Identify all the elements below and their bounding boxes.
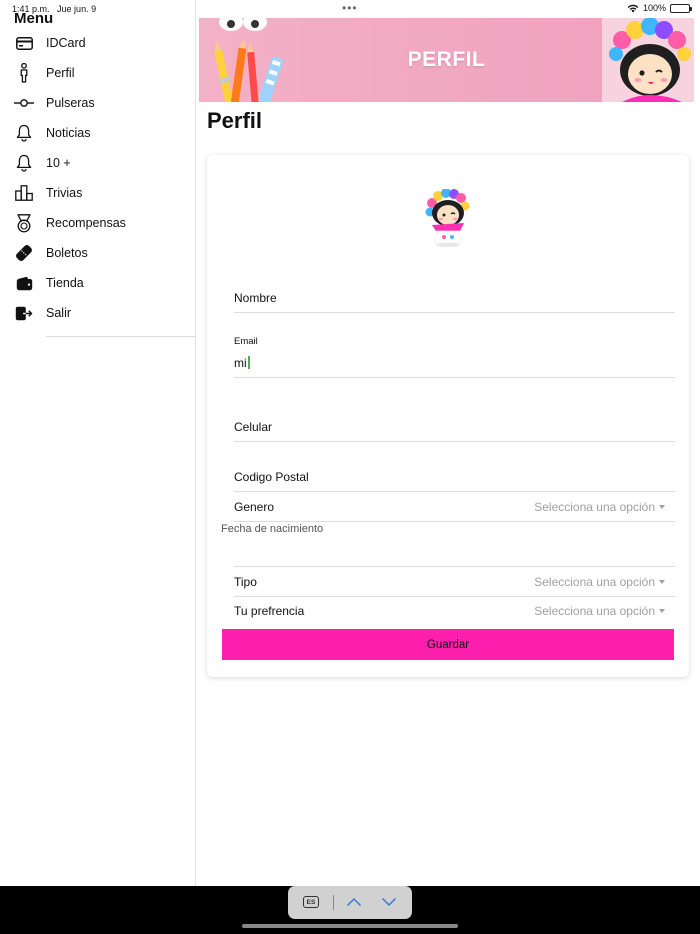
wallet-icon bbox=[14, 273, 34, 293]
menu-item-label: Salir bbox=[46, 306, 72, 320]
preferencia-select[interactable]: Tu prefrencia Selecciona una opción bbox=[234, 597, 675, 627]
menu-item-label: IDCard bbox=[46, 36, 86, 50]
sidebar: Menu IDCard Perfil Pulseras Noticias 10 … bbox=[0, 0, 196, 886]
fecha-nacimiento-field[interactable] bbox=[234, 539, 675, 567]
keyboard-shortcut-pill: ES bbox=[288, 886, 412, 919]
nombre-field[interactable]: Nombre bbox=[234, 283, 675, 313]
genero-label: Genero bbox=[234, 500, 275, 514]
text-cursor bbox=[247, 356, 250, 369]
menu-divider bbox=[46, 336, 196, 337]
home-indicator[interactable] bbox=[242, 924, 458, 928]
menu-item-perfil[interactable]: Perfil bbox=[0, 58, 196, 88]
tipo-select[interactable]: Tipo Selecciona una opción bbox=[234, 567, 675, 597]
codigo-postal-label: Codigo Postal bbox=[234, 470, 309, 484]
menu-item-boletos[interactable]: Boletos bbox=[0, 238, 196, 268]
menu-item-label: Pulseras bbox=[46, 96, 95, 110]
id-card-icon bbox=[14, 33, 34, 53]
bell-icon bbox=[14, 153, 34, 173]
preferencia-label: Tu prefrencia bbox=[234, 604, 305, 618]
email-field[interactable]: Email mi bbox=[234, 331, 675, 378]
page-title: Perfil bbox=[207, 108, 263, 133]
profile-banner: PERFIL bbox=[199, 18, 694, 102]
tipo-value: Selecciona una opción bbox=[534, 575, 665, 589]
menu-item-idcard[interactable]: IDCard bbox=[0, 28, 196, 58]
podium-icon bbox=[14, 183, 34, 203]
wifi-icon bbox=[627, 4, 639, 12]
menu-item-label: Noticias bbox=[46, 126, 91, 140]
menu-item-label: Boletos bbox=[46, 246, 88, 260]
celular-label: Celular bbox=[234, 420, 273, 434]
medal-icon bbox=[14, 213, 34, 233]
menu-item-label: Recompensas bbox=[46, 216, 126, 230]
genero-select[interactable]: Genero Selecciona una opción bbox=[234, 492, 675, 522]
codigo-postal-field[interactable]: Codigo Postal bbox=[234, 461, 675, 492]
menu-item-noticias[interactable]: Noticias bbox=[0, 118, 196, 148]
menu-item-label: Trivias bbox=[46, 186, 83, 200]
status-time: 1:41 p.m. Jue jun. 9 bbox=[12, 4, 97, 14]
menu-item-salir[interactable]: Salir bbox=[0, 298, 196, 328]
doll-illustration bbox=[602, 18, 694, 102]
menu-list: IDCard Perfil Pulseras Noticias 10 + Tri… bbox=[0, 28, 196, 337]
menu-item-pulseras[interactable]: Pulseras bbox=[0, 88, 196, 118]
profile-form-card: Nombre Email mi Celular Codigo Postal Ge… bbox=[207, 155, 689, 677]
email-input[interactable]: mi bbox=[234, 356, 250, 370]
person-icon bbox=[14, 63, 34, 83]
keyboard-accessory-bar: ES bbox=[0, 886, 700, 934]
battery-percent: 100% bbox=[642, 3, 666, 13]
menu-item-10-plus[interactable]: 10 + bbox=[0, 148, 196, 178]
preferencia-value: Selecciona una opción bbox=[534, 604, 665, 618]
chevron-down-icon[interactable] bbox=[381, 895, 397, 909]
main-content: PERFIL Perfil Nombre Email mi Celular Co… bbox=[197, 0, 700, 886]
commit-icon bbox=[14, 93, 34, 113]
chevron-down-icon bbox=[659, 505, 665, 509]
menu-item-label: 10 + bbox=[46, 156, 71, 170]
multitasking-dots[interactable]: ••• bbox=[342, 1, 358, 15]
menu-item-recompensas[interactable]: Recompensas bbox=[0, 208, 196, 238]
menu-item-tienda[interactable]: Tienda bbox=[0, 268, 196, 298]
email-label: Email bbox=[234, 336, 258, 347]
language-key[interactable]: ES bbox=[303, 896, 319, 908]
chevron-down-icon bbox=[659, 580, 665, 584]
status-indicators: 100% bbox=[627, 3, 692, 13]
menu-item-label: Perfil bbox=[46, 66, 75, 80]
celular-field[interactable]: Celular bbox=[234, 411, 675, 442]
avatar[interactable] bbox=[424, 189, 472, 247]
save-button[interactable]: Guardar bbox=[222, 629, 674, 660]
chevron-down-icon bbox=[659, 609, 665, 613]
exit-icon bbox=[14, 303, 34, 323]
genero-value: Selecciona una opción bbox=[534, 500, 665, 514]
chevron-up-icon[interactable] bbox=[346, 895, 362, 909]
battery-icon bbox=[670, 3, 692, 13]
menu-item-label: Tienda bbox=[46, 276, 84, 290]
menu-item-trivias[interactable]: Trivias bbox=[0, 178, 196, 208]
ticket-icon bbox=[14, 243, 34, 263]
tipo-label: Tipo bbox=[234, 575, 257, 589]
bell-icon bbox=[14, 123, 34, 143]
nombre-label: Nombre bbox=[234, 291, 277, 305]
fecha-nacimiento-label: Fecha de nacimiento bbox=[221, 523, 324, 535]
separator bbox=[333, 895, 334, 910]
status-bar: 1:41 p.m. Jue jun. 9 ••• 100% bbox=[0, 0, 700, 18]
